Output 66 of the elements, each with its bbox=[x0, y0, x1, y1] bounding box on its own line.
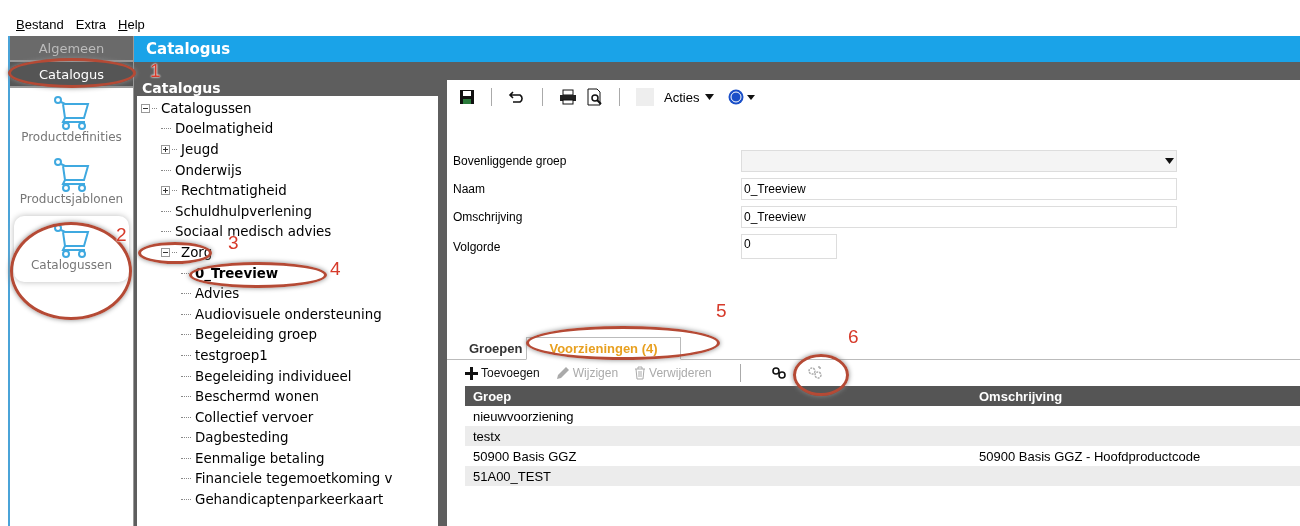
tree-item[interactable]: Catalogussen bbox=[161, 100, 252, 116]
header-title: Catalogus bbox=[146, 40, 231, 58]
field-label: Naam bbox=[453, 182, 486, 196]
input-field[interactable]: 0_Treeview bbox=[741, 178, 1177, 200]
table-cell: 51A00_TEST bbox=[473, 468, 552, 484]
expand-icon[interactable] bbox=[161, 186, 170, 196]
table-cell: 50900 Basis GGZ bbox=[473, 448, 577, 464]
field-label: Volgorde bbox=[453, 239, 502, 254]
tree-item[interactable]: Eenmalige betaling bbox=[195, 450, 325, 466]
table-cell: testx bbox=[473, 428, 501, 444]
actions-menu[interactable]: Acties bbox=[664, 89, 719, 105]
input-field[interactable]: 0_Treeview bbox=[741, 206, 1177, 228]
pencil-icon bbox=[555, 366, 570, 380]
tree-item[interactable]: Jeugd bbox=[181, 142, 219, 157]
menu-item[interactable]: Help bbox=[116, 17, 147, 32]
plus-icon bbox=[465, 366, 478, 380]
table-cell: 50900 Basis GGZ - Hoofdproductcode bbox=[979, 448, 1201, 464]
tree-item[interactable]: testgroep1 bbox=[195, 347, 268, 363]
sidebar-tab[interactable]: Catalogus bbox=[10, 62, 133, 88]
cart-icon bbox=[52, 224, 91, 258]
tree-item[interactable]: Dagbesteding bbox=[195, 430, 289, 446]
collapse-icon[interactable] bbox=[141, 103, 150, 113]
field-label: Omschrijving bbox=[453, 210, 524, 224]
print-preview-icon[interactable] bbox=[587, 88, 603, 106]
tree-item[interactable]: Collectief vervoer bbox=[195, 409, 314, 425]
tree-item[interactable]: Schuldhulpverlening bbox=[175, 203, 313, 219]
annotation-number: 4 bbox=[330, 258, 341, 280]
undo-icon[interactable] bbox=[508, 89, 526, 105]
table-cell: nieuwvoorziening bbox=[473, 408, 574, 424]
expand-icon[interactable] bbox=[161, 145, 170, 154]
save-icon[interactable] bbox=[459, 89, 475, 105]
field-label: Bovenliggende groep bbox=[453, 154, 568, 168]
annotation-number: 6 bbox=[848, 326, 859, 348]
printer-icon[interactable] bbox=[559, 89, 577, 105]
cart-icon bbox=[52, 96, 91, 130]
sidebar-item[interactable]: Productsjablonen bbox=[10, 150, 133, 212]
menu-item[interactable]: Bestand bbox=[14, 17, 66, 32]
tree-item[interactable]: Gehandicaptenparkeerkaart bbox=[195, 492, 384, 508]
annotation-number: 2 bbox=[116, 224, 127, 246]
input-field[interactable]: 0 bbox=[741, 234, 837, 259]
tree-item[interactable]: Audiovisuele ondersteuning bbox=[195, 306, 382, 322]
tree-item[interactable]: Beschermd wonen bbox=[195, 389, 319, 405]
column-header[interactable]: Groep bbox=[465, 386, 971, 406]
sidebar-item[interactable]: Productdefinities bbox=[10, 88, 133, 150]
caret-icon bbox=[1165, 158, 1174, 164]
tree-item[interactable]: Begeleiding groep bbox=[195, 327, 317, 343]
panel-title: Catalogus bbox=[141, 80, 222, 96]
tree-item[interactable]: Advies bbox=[195, 286, 240, 302]
toolbar-button[interactable]: Toevoegen bbox=[465, 366, 540, 380]
tree-item[interactable]: Begeleiding individueel bbox=[195, 368, 352, 384]
menu-item[interactable]: Extra bbox=[73, 17, 109, 32]
collapse-icon[interactable] bbox=[161, 247, 170, 257]
tree-item[interactable]: 0_Treeview bbox=[195, 265, 279, 281]
tree-item[interactable]: Onderwijs bbox=[175, 162, 242, 178]
tree-item[interactable]: Doelmatigheid bbox=[175, 121, 274, 137]
trash-icon bbox=[634, 366, 647, 380]
cart-icon bbox=[52, 158, 91, 192]
tree-item[interactable]: Rechtmatigheid bbox=[181, 183, 287, 199]
dropdown-field[interactable] bbox=[741, 150, 1177, 172]
annotation-number: 5 bbox=[716, 300, 727, 322]
tree-item[interactable]: Financiele tegemoetkoming v bbox=[195, 471, 393, 487]
help-icon[interactable] bbox=[728, 89, 757, 105]
caret-icon bbox=[705, 94, 715, 100]
tab[interactable]: Groepen bbox=[465, 338, 527, 359]
annotation-number: 1 bbox=[150, 60, 161, 82]
column-header[interactable]: Omschrijving bbox=[971, 386, 1300, 406]
